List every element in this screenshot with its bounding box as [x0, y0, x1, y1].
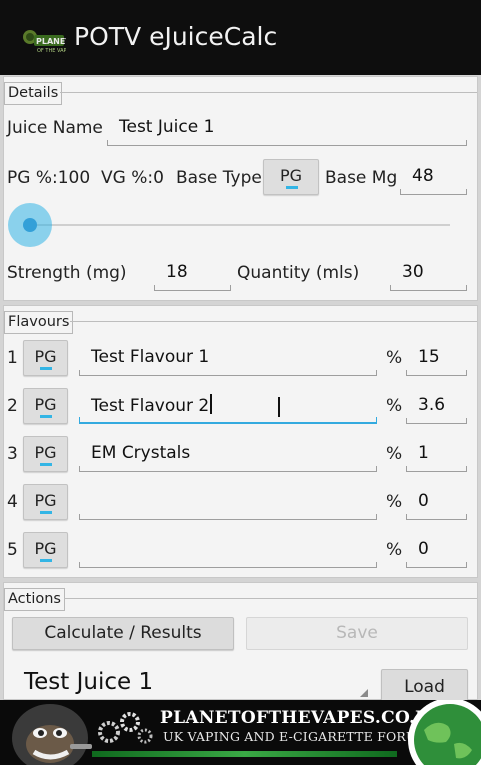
- ad-banner[interactable]: PLANETOFTHEVAPES.CO.UK UK VAPING AND E-C…: [0, 700, 481, 765]
- strength-value: 18: [166, 262, 188, 282]
- vg-percent-label: VG %:0: [101, 168, 164, 188]
- flavour-row-index: 3: [7, 444, 18, 464]
- flavour-percent-input[interactable]: 1: [406, 436, 467, 472]
- flavour-name-input[interactable]: Test Flavour 2: [79, 388, 377, 424]
- flavour-base-indicator: [40, 559, 52, 562]
- strength-label: Strength (mg): [7, 263, 127, 283]
- calculate-results-button[interactable]: Calculate / Results: [12, 617, 234, 650]
- flavour-base-toggle[interactable]: PG: [23, 436, 68, 472]
- flavour-percent-input[interactable]: 3.6: [406, 388, 467, 424]
- saved-juice-spinner[interactable]: Test Juice 1: [12, 665, 372, 701]
- svg-text:PLANET: PLANET: [36, 37, 66, 46]
- flavours-section-label: Flavours: [4, 311, 74, 334]
- flavour-base-toggle[interactable]: PG: [23, 484, 68, 520]
- globe-icon: [408, 700, 481, 765]
- flavours-divider: [70, 321, 477, 322]
- saved-juice-value: Test Juice 1: [24, 669, 154, 695]
- flavour-base-label: PG: [34, 491, 57, 510]
- flavour-name-value: Test Flavour 1: [91, 347, 210, 367]
- flavour-base-toggle[interactable]: PG: [23, 340, 68, 376]
- spinner-dropdown-icon: [360, 689, 368, 697]
- flavour-base-indicator: [40, 415, 52, 418]
- flavour-row-index: 1: [7, 348, 18, 368]
- app-title: POTV eJuiceCalc: [74, 22, 278, 51]
- flavour-name-value: EM Crystals: [91, 443, 191, 463]
- base-type-toggle-label: PG: [279, 166, 303, 185]
- quantity-label: Quantity (mls): [237, 263, 360, 283]
- save-button[interactable]: Save: [246, 617, 468, 650]
- details-section-label: Details: [4, 82, 63, 105]
- quantity-input[interactable]: 30: [390, 255, 467, 291]
- base-mg-input[interactable]: 48: [400, 159, 467, 195]
- flavour-base-toggle[interactable]: PG: [23, 532, 68, 568]
- details-divider: [60, 92, 477, 93]
- text-cursor: [278, 397, 280, 417]
- flavour-percent-input[interactable]: 0: [406, 484, 467, 520]
- svg-text:OF THE VAPES: OF THE VAPES: [37, 48, 66, 54]
- flavour-percent-input[interactable]: 0: [406, 532, 467, 568]
- flavour-base-label: PG: [34, 539, 57, 558]
- juice-name-input[interactable]: Test Juice 1: [107, 110, 467, 146]
- flavour-base-label: PG: [34, 443, 57, 462]
- flavour-name-value: Test Flavour 2: [91, 394, 212, 417]
- base-mg-value: 48: [412, 166, 434, 186]
- flavour-name-input[interactable]: [79, 484, 377, 520]
- juice-name-value: Test Juice 1: [119, 117, 215, 137]
- flavour-base-indicator: [40, 511, 52, 514]
- strength-input[interactable]: 18: [154, 255, 231, 291]
- flavour-base-indicator: [40, 463, 52, 466]
- flavour-name-input[interactable]: Test Flavour 1: [79, 340, 377, 376]
- banner-green-bar: [92, 751, 397, 757]
- juice-name-label: Juice Name: [7, 118, 103, 138]
- quantity-value: 30: [402, 262, 424, 282]
- flavour-row-index: 5: [7, 540, 18, 560]
- flavour-base-label: PG: [34, 395, 57, 414]
- flavour-name-input[interactable]: [79, 532, 377, 568]
- flavour-percent-input[interactable]: 15: [406, 340, 467, 376]
- flavour-base-toggle[interactable]: PG: [23, 388, 68, 424]
- flavour-percent-value: 3.6: [418, 395, 446, 415]
- base-type-toggle[interactable]: PG: [263, 159, 319, 195]
- pg-vg-slider-track[interactable]: [30, 224, 450, 226]
- banner-subtitle: UK VAPING AND E-CIGARETTE FORUM: [163, 729, 430, 744]
- flavour-percent-value: 15: [418, 347, 440, 367]
- flavour-percent-symbol: %: [386, 540, 403, 560]
- action-bar: PLANET OF THE VAPES POTV eJuiceCalc: [0, 0, 481, 75]
- flavour-percent-symbol: %: [386, 492, 403, 512]
- flavour-name-input[interactable]: EM Crystals: [79, 436, 377, 472]
- text-cursor: [210, 394, 212, 414]
- base-type-label: Base Type: [176, 168, 262, 188]
- base-mg-label: Base Mg: [325, 168, 398, 188]
- flavour-base-label: PG: [34, 347, 57, 366]
- actions-section-label: Actions: [4, 588, 65, 611]
- flavour-percent-symbol: %: [386, 348, 403, 368]
- flavour-row-index: 4: [7, 492, 18, 512]
- flavour-percent-value: 0: [418, 491, 429, 511]
- gorilla-icon: [12, 704, 92, 765]
- flavour-base-indicator: [40, 367, 52, 370]
- potv-logo-icon: PLANET OF THE VAPES: [20, 25, 66, 55]
- flavour-percent-value: 1: [418, 443, 429, 463]
- flavour-percent-symbol: %: [386, 444, 403, 464]
- flavour-percent-value: 0: [418, 539, 429, 559]
- actions-divider: [64, 598, 477, 599]
- flavour-percent-symbol: %: [386, 396, 403, 416]
- flavour-row-index: 2: [7, 396, 18, 416]
- base-type-toggle-indicator: [286, 186, 298, 189]
- pg-vg-slider-thumb-center: [23, 218, 37, 232]
- pg-percent-label: PG %:100: [7, 168, 91, 188]
- gears-icon: [98, 712, 153, 744]
